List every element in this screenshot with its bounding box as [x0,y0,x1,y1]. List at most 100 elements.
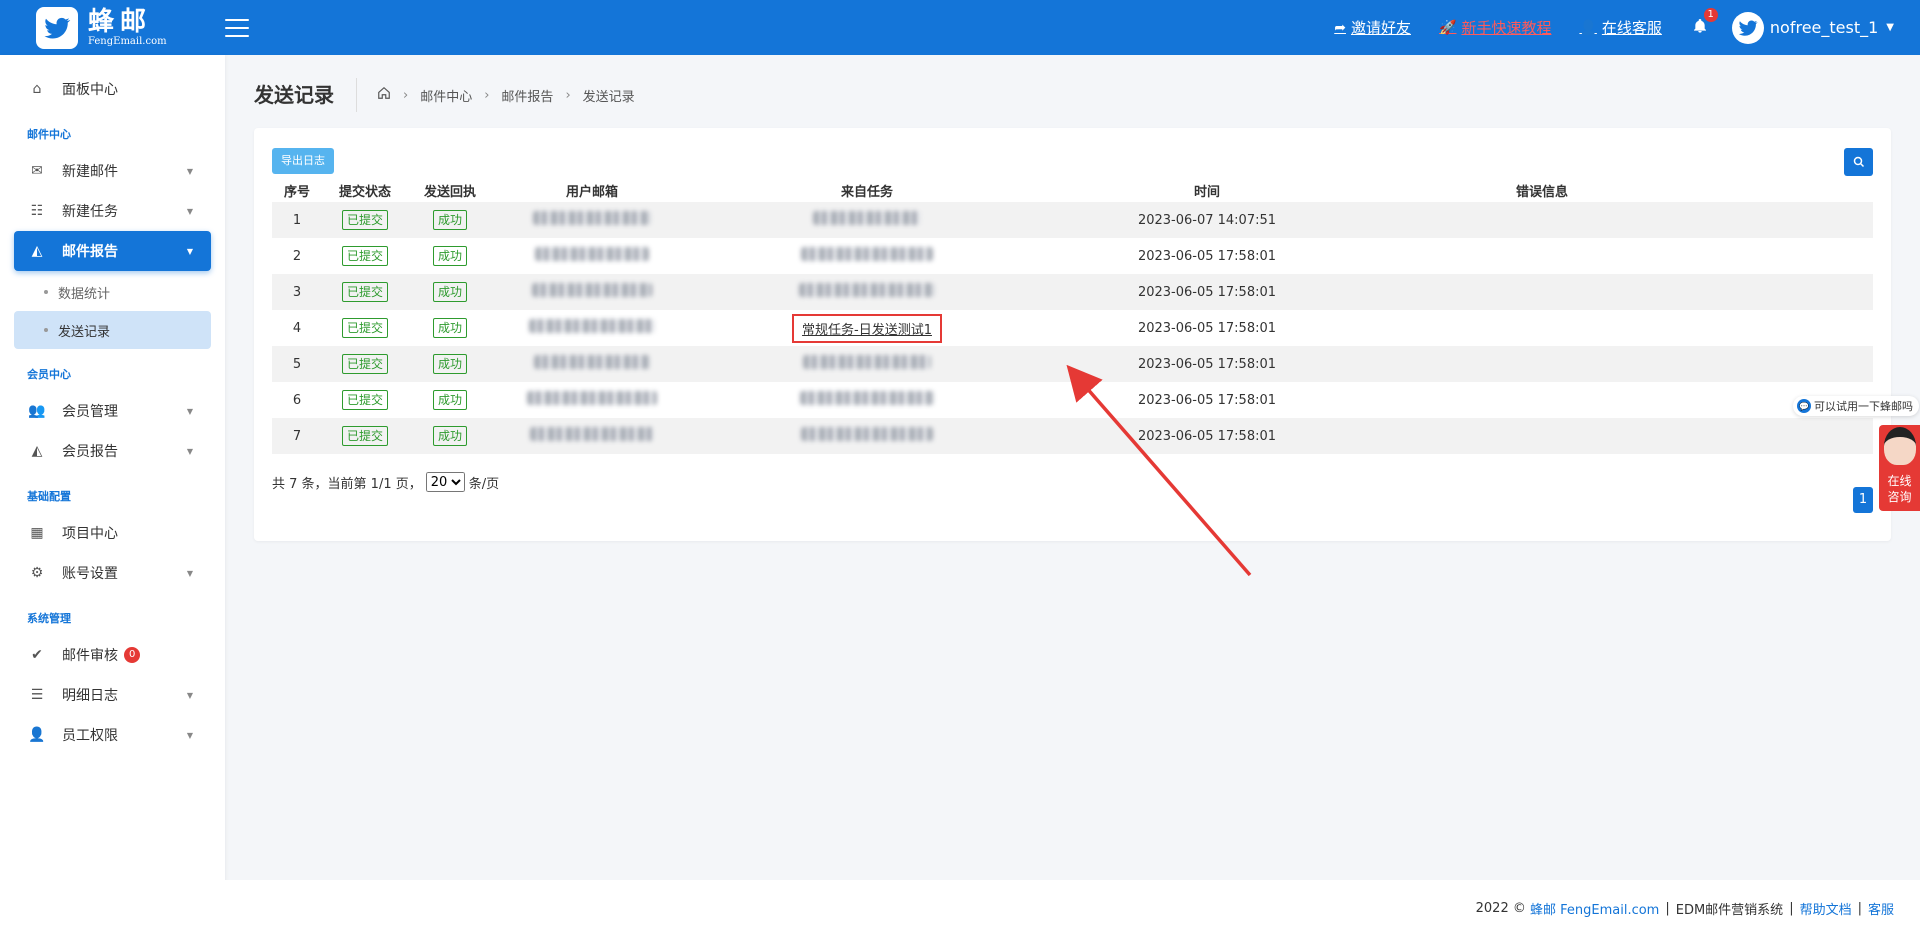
breadcrumb-item-current: 发送记录 [582,89,635,105]
avatar [1731,11,1764,44]
sidebar-item-member-manage[interactable]: 👥 会员管理 ▼ [14,391,211,431]
row-number: 2 [292,248,302,264]
receipt-badge: 成功 [432,354,467,374]
online-consult-button[interactable]: 在线 咨询 [1879,425,1920,511]
receipt-badge: 成功 [432,246,467,266]
sidebar-item-dashboard[interactable]: ⌂ 面板中心 [14,69,211,109]
invite-friends-label: 邀请好友 [1350,19,1411,37]
receipt-badge: 成功 [432,282,467,302]
sidebar-item-mail-review[interactable]: ✔ 邮件审核 0 [14,635,211,675]
row-number: 7 [272,418,322,454]
sidebar-item-account-settings[interactable]: ⚙ 账号设置 ▼ [14,553,211,593]
error-info [1372,274,1712,310]
section-title-basic: 基础配置 [27,490,71,503]
top-header: 蜂邮 FengEmail.com ➦ 邀请好友 🚀 新手快速教程 👤 在线客服 … [0,0,1920,55]
status-badge: 已提交 [341,282,388,302]
sidebar-subitem-send-records[interactable]: 发送记录 [14,311,211,349]
menu-toggle-icon[interactable] [225,18,249,37]
sidebar-item-new-mail[interactable]: ✉ 新建邮件 ▼ [14,151,211,191]
chevron-down-icon: ▼ [186,446,193,456]
invite-friends-link[interactable]: ➦ 邀请好友 [1334,17,1411,38]
quick-tutorial-label: 新手快速教程 [1461,19,1552,37]
user-menu[interactable]: nofree_test_1 ▼ [1731,11,1894,44]
sidebar-item-label: 新建邮件 [62,164,118,180]
bullet-icon [44,290,48,294]
error-info [1372,310,1712,346]
consult-label-line1: 在线 [1887,474,1912,488]
chat-prompt-bubble[interactable]: 💬 可以试用一下蜂邮吗 [1793,396,1919,416]
brand-logo[interactable]: 蜂邮 FengEmail.com [0,0,225,55]
error-info [1372,238,1712,274]
chat-bubble-icon: 💬 [1797,399,1811,413]
sidebar-item-label: 邮件审核 [62,648,118,664]
sidebar-item-project-center[interactable]: ▦ 项目中心 [14,513,211,553]
online-service-link[interactable]: 👤 在线客服 [1579,17,1661,38]
chevron-down-icon: ▼ [186,246,193,256]
list-icon: ☷ [30,203,44,219]
blurred-task [801,427,933,441]
footer-service-link[interactable]: 客服 [1868,899,1894,918]
sidebar-item-detail-log[interactable]: ☰ 明细日志 ▼ [14,675,211,715]
sidebar-item-label: 面板中心 [62,82,118,98]
breadcrumb-item[interactable]: 邮件报告 [501,86,553,105]
sidebar-item-staff-permissions[interactable]: 👤 员工权限 ▼ [14,715,211,755]
receipt-badge: 成功 [432,426,467,446]
row-number: 1 [272,202,322,238]
column-header: 提交状态 [338,184,391,200]
home-icon: ⌂ [32,81,42,97]
chat-prompt-text: 可以试用一下蜂邮吗 [1814,400,1913,413]
chevron-down-icon: ▼ [186,690,193,700]
receipt-badge: 成功 [432,390,467,410]
quick-tutorial-link[interactable]: 🚀 新手快速教程 [1439,17,1551,38]
row-number: 4 [292,320,302,336]
rocket-icon: 🚀 [1439,19,1457,36]
sidebar-item-new-task[interactable]: ☷ 新建任务 ▼ [14,191,211,231]
bullet-icon [44,328,48,332]
table-row: 4 已提交 成功 常规任务-日发送测试1 2023-06-05 17:58:01 [272,310,1873,346]
page-size-select[interactable]: 20 [425,472,465,492]
chevron-down-icon: ▼ [186,568,193,578]
blurred-email [532,283,652,297]
chevron-right-icon: › [484,87,490,103]
online-service-label: 在线客服 [1601,19,1662,37]
sidebar-subitem-data-stats[interactable]: 数据统计 [14,273,211,311]
column-header: 时间 [1193,184,1220,200]
sidebar-subitem-label: 发送记录 [58,324,111,340]
search-button[interactable] [1844,148,1873,176]
users-icon: 👥 [28,403,46,419]
blurred-task [813,211,921,225]
send-time: 2023-06-05 17:58:01 [1137,320,1277,336]
export-log-button[interactable]: 导出日志 [272,148,334,174]
sidebar-subitem-label: 数据统计 [58,286,111,302]
row-number: 3 [272,274,322,310]
status-badge: 已提交 [341,354,388,374]
sidebar-item-label: 邮件报告 [62,244,118,260]
sidebar-item-member-report[interactable]: ◭ 会员报告 ▼ [14,431,211,471]
notification-bell-icon[interactable]: 1 [1692,7,1718,39]
search-icon [1853,156,1864,168]
sidebar-item-mail-report[interactable]: ◭ 邮件报告 ▼ [14,231,211,271]
blurred-email [529,319,655,333]
home-icon[interactable] [377,86,391,104]
page-header: 发送记录 › 邮件中心 › 邮件报告 › 发送记录 [254,78,635,112]
table-row: 1 已提交 成功 2023-06-07 14:07:51 [272,202,1873,238]
sidebar-item-label: 会员管理 [62,404,118,420]
blurred-email [530,427,654,441]
footer-help-link[interactable]: 帮助文档 [1800,899,1852,918]
status-badge: 已提交 [341,318,388,338]
sidebar-item-label: 明细日志 [62,688,118,704]
sidebar-item-label: 账号设置 [62,566,118,582]
list-ul-icon: ☰ [30,687,44,703]
breadcrumb-item[interactable]: 邮件中心 [420,86,472,105]
gears-icon: ⚙ [30,565,44,581]
status-badge: 已提交 [341,390,388,410]
send-time: 2023-06-05 17:58:01 [1137,248,1277,264]
page-button-current[interactable]: 1 [1853,487,1873,513]
caret-down-icon: ▼ [1886,22,1894,33]
footer-brand-link[interactable]: 蜂邮 FengEmail.com [1530,899,1659,918]
agent-avatar-icon [1884,427,1916,465]
chevron-down-icon: ▼ [186,206,193,216]
task-link[interactable]: 常规任务-日发送测试1 [792,313,942,343]
chevron-right-icon: › [565,87,571,103]
chevron-down-icon: ▼ [186,406,193,416]
